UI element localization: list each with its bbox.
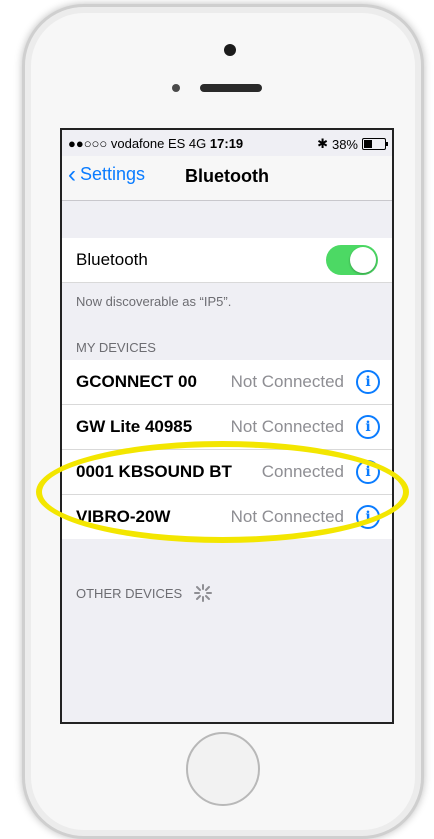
status-bar: ●●○○○ vodafone ES 4G 17:19 ✱ 38% xyxy=(62,130,392,156)
device-row[interactable]: GCONNECT 00 Not Connected i xyxy=(62,360,392,405)
device-name: GCONNECT 00 xyxy=(76,372,197,391)
bluetooth-row: Bluetooth xyxy=(62,238,392,283)
device-status: Connected xyxy=(261,462,344,481)
bluetooth-group: Bluetooth xyxy=(62,238,392,283)
page-title: Bluetooth xyxy=(185,166,269,186)
home-button[interactable] xyxy=(186,732,260,806)
device-row[interactable]: 0001 KBSOUND BT Connected i xyxy=(62,450,392,495)
device-status: Not Connected xyxy=(230,417,344,436)
other-devices-header: OTHER DEVICES xyxy=(76,586,183,601)
bluetooth-label: Bluetooth xyxy=(76,250,148,269)
device-name: 0001 KBSOUND BT xyxy=(76,462,232,481)
discoverable-text: Now discoverable as “IP5”. xyxy=(76,294,232,309)
camera-icon xyxy=(224,44,236,56)
carrier-time: ●●○○○ vodafone ES 4G 17:19 xyxy=(68,136,243,151)
battery-icon xyxy=(362,138,388,150)
bluetooth-icon: ✱ xyxy=(317,136,328,151)
nav-bar: ‹ Settings Bluetooth xyxy=(62,156,392,201)
device-row[interactable]: GW Lite 40985 Not Connected i xyxy=(62,405,392,450)
time-label: 17:19 xyxy=(209,136,244,151)
battery-percent: 38% xyxy=(331,136,358,152)
carrier-label: ●●○○○ vodafone ES 4G xyxy=(68,136,207,151)
status-right: ✱ 38% xyxy=(317,136,388,152)
info-icon[interactable]: i xyxy=(356,370,380,394)
info-icon[interactable]: i xyxy=(356,505,380,529)
device-row[interactable]: VIBRO-20W Not Connected i xyxy=(62,495,392,539)
loading-spinner-icon xyxy=(194,584,212,602)
bluetooth-toggle[interactable] xyxy=(326,245,378,275)
info-icon[interactable]: i xyxy=(356,415,380,439)
device-name: VIBRO-20W xyxy=(76,507,171,526)
device-name: GW Lite 40985 xyxy=(76,417,193,436)
my-devices-header: MY DEVICES xyxy=(76,340,156,355)
earpiece-icon xyxy=(200,84,262,92)
info-icon[interactable]: i xyxy=(356,460,380,484)
device-status: Not Connected xyxy=(230,372,344,391)
screen: ●●○○○ vodafone ES 4G 17:19 ✱ 38% ‹ Setti… xyxy=(60,128,394,724)
sensor-icon xyxy=(172,84,180,92)
my-devices-list: GCONNECT 00 Not Connected i GW Lite 4098… xyxy=(62,360,392,539)
device-status: Not Connected xyxy=(230,507,344,526)
